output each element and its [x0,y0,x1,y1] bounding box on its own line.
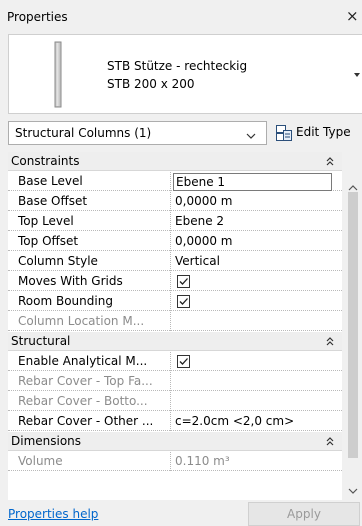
prop-row-moves-with-grids[interactable]: Moves With Grids [8,272,342,291]
collapse-icon[interactable] [324,335,336,347]
collapse-icon[interactable] [324,155,336,167]
prop-name: Base Level [8,172,171,191]
type-selector[interactable]: STB Stütze - rechteckig STB 200 x 200 [8,34,362,114]
column-preview-icon [11,37,105,112]
prop-name: Room Bounding [8,292,171,311]
section-structural[interactable]: Structural [8,332,342,351]
top-level-field[interactable]: Ebene 2 [175,212,325,231]
property-grid: Constraints Base Level Ebene 1 Base Offs… [8,152,342,500]
prop-row-column-style[interactable]: Column Style Vertical [8,252,342,271]
prop-row-volume: Volume 0.110 m³ [8,452,342,471]
prop-row-rebar-cover-bottom: Rebar Cover - Botto... [8,392,342,411]
prop-name: Rebar Cover - Other ... [8,412,171,431]
edit-type-icon [275,124,293,142]
volume-field: 0.110 m³ [175,454,230,468]
prop-row-enable-analytical[interactable]: Enable Analytical M... [8,352,342,371]
rebar-cover-top-field [175,372,325,391]
prop-name: Rebar Cover - Botto... [8,392,171,411]
prop-name: Moves With Grids [8,272,171,291]
prop-name: Enable Analytical M... [8,352,171,371]
base-level-field[interactable]: Ebene 1 [173,173,332,191]
prop-row-top-level[interactable]: Top Level Ebene 2 [8,212,342,231]
section-dimensions[interactable]: Dimensions [8,432,342,451]
prop-row-rebar-cover-other[interactable]: Rebar Cover - Other ... c=2.0cm <2,0 cm> [8,412,342,431]
column-location-field [175,312,325,331]
prop-name: Rebar Cover - Top Fa... [8,372,171,391]
section-label: Dimensions [11,434,82,448]
prop-name: Volume [8,452,171,471]
chevron-down-icon [246,129,256,139]
type-size-label: STB 200 x 200 [107,77,195,91]
edit-type-button[interactable]: Edit Type [272,121,362,145]
type-family-label: STB Stütze - rechteckig [107,59,248,73]
properties-footer: Properties help Apply [0,500,362,526]
prop-row-column-location: Column Location M... [8,312,342,331]
panel-title: Properties [7,10,68,24]
prop-name: Column Location M... [8,312,171,331]
prop-name: Top Level [8,212,171,231]
scrollbar-thumb[interactable] [348,192,358,458]
prop-row-top-offset[interactable]: Top Offset 0,0000 m [8,232,342,251]
scroll-down-icon[interactable] [348,484,358,494]
top-offset-field[interactable]: 0,0000 m [175,232,325,251]
apply-button[interactable]: Apply [248,502,360,526]
enable-analytical-checkbox[interactable] [177,355,190,368]
rebar-cover-other-field[interactable]: c=2.0cm <2,0 cm> [175,412,325,431]
section-label: Constraints [11,154,80,168]
prop-name: Base Offset [8,192,171,211]
dropdown-arrow-icon[interactable] [352,69,362,79]
scroll-up-icon[interactable] [348,181,358,191]
edit-type-label: Edit Type [296,125,351,139]
properties-title-bar: Properties × [0,0,362,34]
vertical-scrollbar[interactable] [344,152,362,500]
prop-row-base-offset[interactable]: Base Offset 0,0000 m [8,192,342,211]
type-name: STB Stütze - rechteckig STB 200 x 200 [107,57,247,93]
prop-row-room-bounding[interactable]: Room Bounding [8,292,342,311]
properties-help-link[interactable]: Properties help [8,507,98,521]
category-filter-select[interactable]: Structural Columns (1) [8,121,267,145]
filter-row: Structural Columns (1) Edit Type [8,121,362,145]
prop-name: Column Style [8,252,171,271]
collapse-icon[interactable] [324,435,336,447]
prop-row-rebar-cover-top: Rebar Cover - Top Fa... [8,372,342,391]
room-bounding-checkbox[interactable] [177,295,190,308]
moves-with-grids-checkbox[interactable] [177,275,190,288]
prop-row-base-level[interactable]: Base Level Ebene 1 [8,172,342,191]
close-icon[interactable]: × [346,8,360,24]
section-constraints[interactable]: Constraints [8,152,342,171]
column-style-field[interactable]: Vertical [175,252,325,271]
category-filter-value: Structural Columns (1) [15,126,152,140]
rebar-cover-bottom-field [175,392,325,411]
section-label: Structural [11,334,71,348]
base-offset-field[interactable]: 0,0000 m [175,192,325,211]
prop-name: Top Offset [8,232,171,251]
